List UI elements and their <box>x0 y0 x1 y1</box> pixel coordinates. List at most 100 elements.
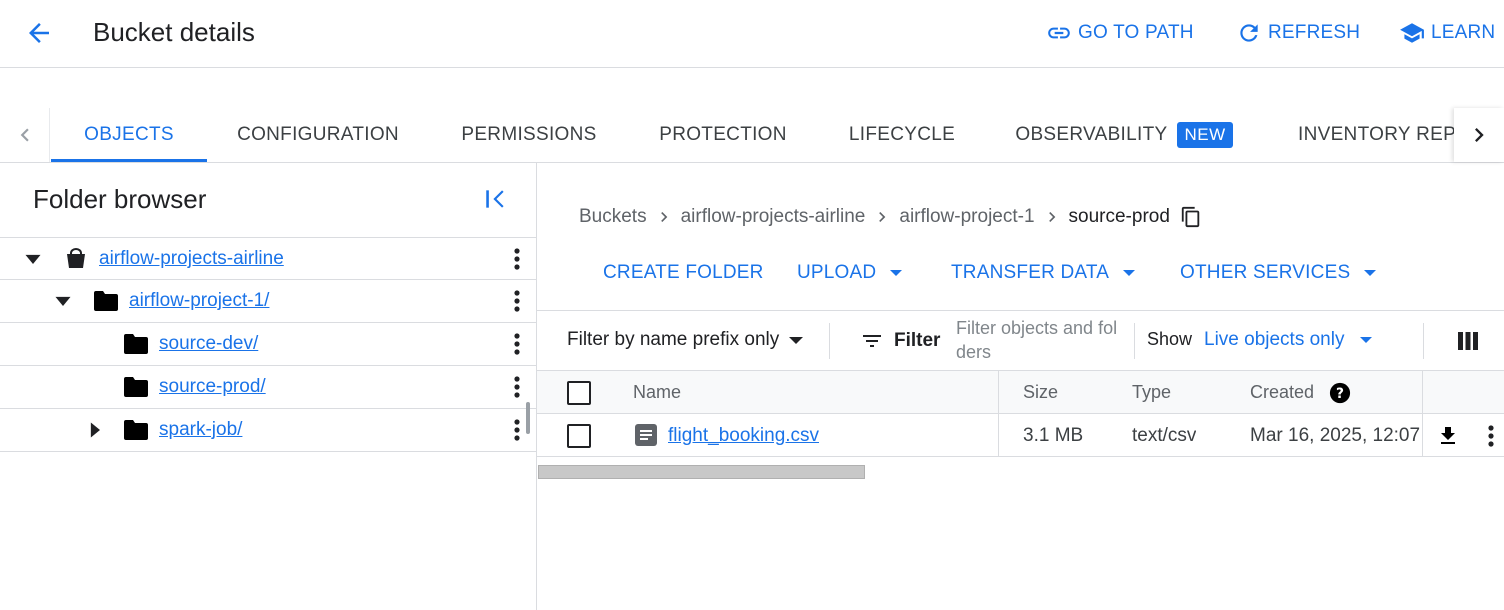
svg-text:?: ? <box>1336 386 1344 402</box>
filter-list-icon <box>863 335 881 347</box>
dropdown-arrow-icon <box>1364 270 1377 276</box>
tab-bar: OBJECTS CONFIGURATION PERMISSIONS PROTEC… <box>0 108 1504 163</box>
tab-configuration-label: CONFIGURATION <box>237 124 399 145</box>
new-badge: NEW <box>1177 122 1233 148</box>
chevron-right-icon <box>865 207 899 227</box>
tab-inventory-reports[interactable]: INVENTORY REPO <box>1298 108 1454 162</box>
go-to-path-button[interactable]: GO TO PATH <box>1046 20 1194 46</box>
view-column-icon <box>1458 332 1478 350</box>
tab-permissions-label: PERMISSIONS <box>461 124 597 145</box>
download-icon[interactable] <box>1435 423 1461 449</box>
more-vert-icon[interactable] <box>505 288 529 314</box>
table-row[interactable]: flight_booking.csv 3.1 MB text/csv Mar 1… <box>537 414 1504 457</box>
tree-item-label[interactable]: airflow-project-1/ <box>129 290 269 312</box>
column-header-type[interactable]: Type <box>1132 382 1171 403</box>
tree-item-folder[interactable]: airflow-project-1/ <box>0 280 536 323</box>
breadcrumb-bucket[interactable]: airflow-projects-airline <box>681 206 866 228</box>
tree-toggle[interactable] <box>52 290 74 312</box>
filter-bar: Filter by name prefix only Filter Filter… <box>537 310 1504 371</box>
tab-objects[interactable]: OBJECTS <box>51 108 207 162</box>
more-vert-icon[interactable] <box>1482 422 1500 450</box>
column-divider <box>998 371 999 414</box>
create-folder-label: CREATE FOLDER <box>603 262 764 283</box>
filter-label: Filter <box>894 330 941 351</box>
dropdown-arrow-icon <box>890 270 903 276</box>
help-icon[interactable]: ? <box>1329 382 1351 404</box>
other-services-label: OTHER SERVICES <box>1180 262 1351 283</box>
upload-button[interactable]: UPLOAD <box>797 260 903 286</box>
file-icon <box>635 424 657 451</box>
column-header-size[interactable]: Size <box>1023 382 1058 403</box>
caret-down-icon <box>55 296 71 306</box>
create-folder-button[interactable]: CREATE FOLDER <box>603 260 764 286</box>
breadcrumb: Buckets airflow-projects-airline airflow… <box>579 203 1202 231</box>
tree-item-folder[interactable]: source-dev/ <box>0 323 536 366</box>
tree-toggle[interactable] <box>22 248 44 270</box>
tree-item-label[interactable]: source-prod/ <box>159 376 266 398</box>
transfer-data-button[interactable]: TRANSFER DATA <box>951 260 1136 286</box>
upload-label: UPLOAD <box>797 262 877 283</box>
select-all-checkbox[interactable] <box>567 381 591 405</box>
refresh-icon <box>1240 24 1258 42</box>
folder-icon <box>124 333 148 355</box>
more-vert-icon[interactable] <box>505 374 529 400</box>
caret-down-icon <box>25 254 41 264</box>
caret-right-icon <box>90 422 100 438</box>
column-divider <box>1422 414 1423 457</box>
tab-scroll-right-button[interactable] <box>1454 108 1504 162</box>
copy-icon[interactable] <box>1180 205 1202 229</box>
more-vert-icon[interactable] <box>505 331 529 357</box>
filter-button[interactable]: Filter <box>860 329 940 353</box>
tree-item-label[interactable]: spark-job/ <box>159 419 242 441</box>
breadcrumb-buckets[interactable]: Buckets <box>579 206 647 228</box>
page-header: Bucket details GO TO PATH REFRESH LEARN <box>0 0 1504 68</box>
tab-lifecycle[interactable]: LIFECYCLE <box>836 108 968 162</box>
column-header-created-label: Created <box>1250 382 1315 402</box>
tab-scroll-left-button[interactable] <box>0 108 50 162</box>
row-checkbox[interactable] <box>567 424 591 448</box>
show-objects-select[interactable]: Live objects only <box>1204 329 1373 351</box>
show-label: Show <box>1147 329 1193 349</box>
file-name-link[interactable]: flight_booking.csv <box>668 425 819 447</box>
tab-permissions[interactable]: PERMISSIONS <box>446 108 612 162</box>
chevron-left-icon <box>20 128 29 142</box>
more-vert-icon[interactable] <box>505 246 529 272</box>
folder-browser-scrollbar[interactable] <box>526 402 530 434</box>
breadcrumb-folder[interactable]: airflow-project-1 <box>899 206 1034 228</box>
collapse-panel-button[interactable] <box>480 183 512 215</box>
chevron-right-icon <box>1475 128 1484 142</box>
folder-icon <box>124 376 148 398</box>
refresh-button[interactable]: REFRESH <box>1236 20 1360 46</box>
school-icon <box>1400 23 1424 43</box>
tree-item-folder[interactable]: spark-job/ <box>0 409 536 452</box>
tree-item-bucket[interactable]: airflow-projects-airline <box>0 237 536 280</box>
tab-observability[interactable]: OBSERVABILITY NEW <box>1006 108 1242 162</box>
other-services-button[interactable]: OTHER SERVICES <box>1180 260 1377 286</box>
divider <box>1423 323 1424 359</box>
file-size: 3.1 MB <box>1023 425 1084 446</box>
table-horizontal-scrollbar[interactable] <box>538 465 865 479</box>
go-to-path-label: GO TO PATH <box>1078 22 1194 43</box>
back-arrow-button[interactable] <box>22 16 56 50</box>
divider <box>1134 323 1135 359</box>
tab-configuration[interactable]: CONFIGURATION <box>222 108 414 162</box>
bucket-icon <box>64 248 88 270</box>
dropdown-arrow-icon <box>1360 337 1373 343</box>
tree-toggle[interactable] <box>84 419 106 441</box>
filter-input[interactable]: Filter objects and folders <box>956 316 1124 366</box>
column-display-button[interactable] <box>1455 329 1481 353</box>
tree-item-label[interactable]: source-dev/ <box>159 333 258 355</box>
transfer-data-label: TRANSFER DATA <box>951 262 1110 283</box>
file-type: text/csv <box>1132 425 1197 446</box>
learn-button[interactable]: LEARN <box>1399 20 1495 46</box>
folder-icon <box>94 290 118 312</box>
arrow-back-icon <box>29 23 49 43</box>
filter-mode-select[interactable]: Filter by name prefix only <box>567 329 804 351</box>
filter-mode-label: Filter by name prefix only <box>567 329 780 350</box>
tab-objects-label: OBJECTS <box>84 124 174 145</box>
column-header-name[interactable]: Name <box>633 382 681 403</box>
tree-item-label[interactable]: airflow-projects-airline <box>99 248 284 270</box>
tree-item-folder[interactable]: source-prod/ <box>0 366 536 409</box>
tab-protection[interactable]: PROTECTION <box>646 108 800 162</box>
column-header-created[interactable]: Created ? <box>1250 382 1351 404</box>
